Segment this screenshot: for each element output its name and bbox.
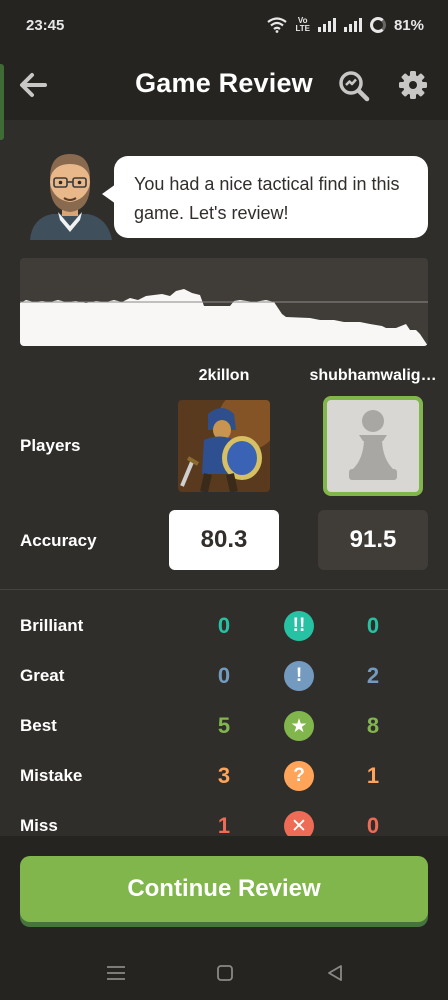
accuracy-label: Accuracy [20,531,97,550]
back-triangle-icon[interactable] [323,962,347,984]
volte-indicator: Vo LTE [295,16,310,33]
wifi-icon [267,17,288,33]
edge-panel-handle[interactable] [0,64,4,140]
white-accuracy-value: 80.3 [169,510,279,570]
mistake-label: Mistake [20,766,83,785]
great-label: Great [20,666,65,685]
signal-2-icon [343,18,362,32]
continue-review-button[interactable]: Continue Review [20,856,428,922]
players-label: Players [20,436,81,455]
best-star-icon: ★ [284,711,314,741]
great-icon: ! [284,661,314,691]
status-bar: 23:45 Vo LTE 81% [0,0,448,50]
section-divider [0,589,448,590]
pawn-icon [349,410,397,480]
white-brilliant-count: 0 [217,613,231,638]
status-icons: Vo LTE 81% [267,17,424,34]
black-great-count: 2 [366,663,380,688]
miss-label: Miss [20,816,58,835]
magnifier-analysis-icon[interactable] [338,70,370,102]
battery-icon [369,17,386,33]
home-square-icon[interactable] [213,962,237,984]
brilliant-icon: !! [284,611,314,641]
status-time: 23:45 [26,16,65,34]
white-mistake-count: 3 [217,763,231,788]
best-label: Best [20,716,57,735]
white-best-count: 5 [217,713,231,738]
black-player-name: shubhamwalig… [309,367,437,384]
app-bar: Game Review [0,50,448,120]
evaluation-graph[interactable] [20,258,428,346]
white-player-avatar[interactable] [178,400,270,492]
page-title: Game Review [135,68,313,98]
battery-percent: 81% [393,16,424,34]
black-accuracy-value: 91.5 [318,510,428,570]
recents-menu-icon[interactable] [104,962,128,984]
white-great-count: 0 [217,663,231,688]
mistake-question-icon: ? [284,761,314,791]
white-player-name: 2killon [198,367,250,384]
black-best-count: 8 [366,713,380,738]
black-mistake-count: 1 [366,763,380,788]
black-brilliant-count: 0 [366,613,380,638]
black-player-avatar[interactable] [323,396,423,496]
brilliant-label: Brilliant [20,616,84,635]
gear-icon[interactable] [398,70,428,100]
coach-message: You had a nice tactical find in this gam… [114,156,428,238]
signal-1-icon [317,18,336,32]
